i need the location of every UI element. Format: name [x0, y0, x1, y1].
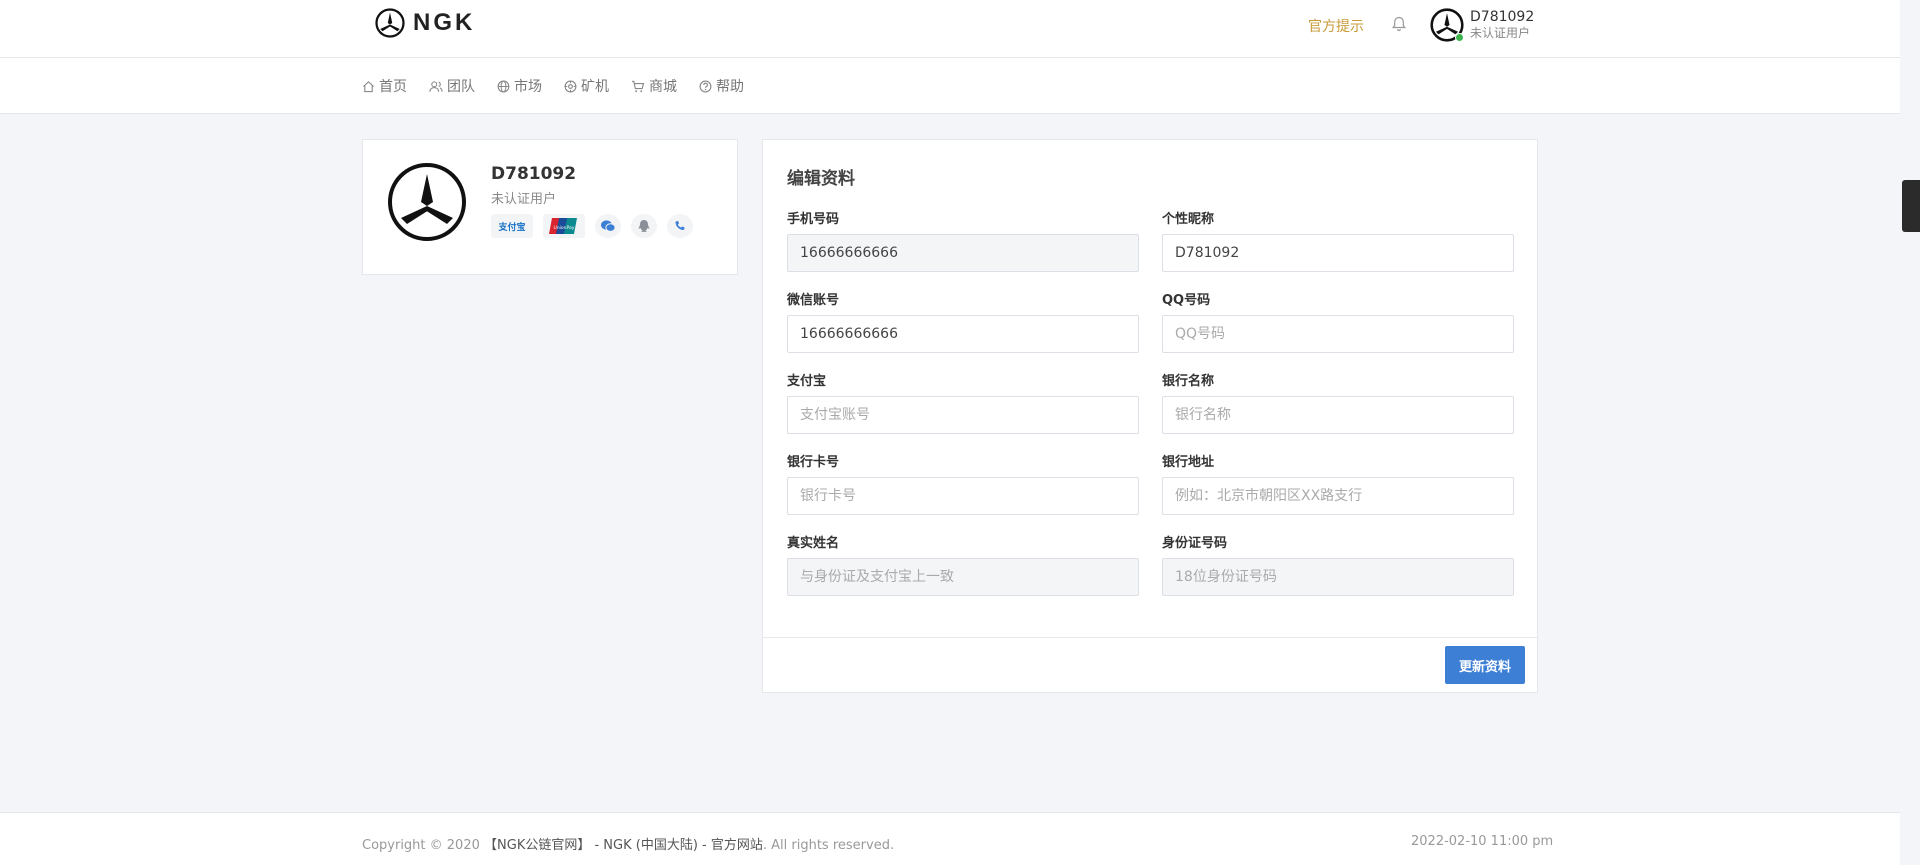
id-number-label: 身份证号码	[1162, 536, 1228, 551]
alipay-input[interactable]	[787, 396, 1139, 434]
official-site-link[interactable]: 【NGK公链官网】 - NGK (中国大陆) - 官方网站	[484, 838, 763, 853]
nickname-label: 个性昵称	[1162, 212, 1215, 227]
cart-icon	[631, 80, 645, 92]
profile-username: D781092	[491, 164, 577, 184]
header-username: D781092	[1470, 9, 1535, 25]
miner-icon	[564, 80, 577, 92]
brand-logo[interactable]: NGK	[375, 8, 475, 38]
bank-address-field: 银行地址	[1162, 455, 1514, 515]
profile-avatar	[388, 163, 466, 241]
bank-name-field: 银行名称	[1162, 374, 1514, 434]
real-name-label: 真实姓名	[787, 536, 840, 551]
phone-icon[interactable]	[667, 214, 693, 238]
profile-card: D781092 未认证用户 支付宝 UnionPay	[362, 139, 738, 275]
real-name-input[interactable]	[787, 558, 1139, 596]
main-nav: 首页 团队 市场 矿机 商城 帮助	[0, 58, 1900, 114]
bank-address-label: 银行地址	[1162, 455, 1215, 470]
nav-item-label: 市场	[514, 79, 542, 95]
nav-item-label: 首页	[379, 79, 407, 95]
nav-item-label: 帮助	[716, 79, 744, 95]
profile-user-status: 未认证用户	[491, 192, 557, 207]
bank-name-input[interactable]	[1162, 396, 1514, 434]
bell-icon[interactable]	[1392, 16, 1406, 36]
alipay-label: 支付宝	[787, 374, 827, 389]
nav-item-miner[interactable]: 矿机	[564, 76, 609, 96]
bank-name-label: 银行名称	[1162, 374, 1215, 389]
phone-label: 手机号码	[787, 212, 840, 227]
official-notice-link[interactable]: 官方提示	[1308, 16, 1364, 36]
avatar	[1430, 8, 1464, 42]
phone-field: 手机号码	[787, 212, 1139, 272]
nav-item-team[interactable]: 团队	[429, 76, 475, 96]
header-user-status: 未认证用户	[1470, 26, 1531, 40]
site-footer: Copyright © 2020 【NGK公链官网】 - NGK (中国大陆) …	[0, 812, 1900, 865]
wechat-field: 微信账号	[787, 293, 1139, 353]
binding-badges: 支付宝 UnionPay	[491, 214, 693, 238]
brand-name: NGK	[413, 9, 476, 36]
wechat-label: 微信账号	[787, 293, 840, 308]
nav-item-label: 商城	[649, 79, 677, 95]
nav-item-help[interactable]: 帮助	[699, 76, 744, 96]
nav-item-label: 团队	[447, 79, 475, 95]
user-menu[interactable]: D781092 未认证用户	[1430, 8, 1534, 42]
edit-card-footer: 更新资料	[763, 637, 1537, 693]
team-icon	[429, 80, 443, 92]
edit-profile-title: 编辑资料	[787, 169, 855, 189]
bank-card-input[interactable]	[787, 477, 1139, 515]
qq-icon[interactable]	[631, 214, 657, 238]
wechat-icon[interactable]	[595, 214, 621, 238]
copyright-suffix: . All rights reserved.	[762, 838, 895, 853]
online-status-dot	[1455, 33, 1464, 42]
copyright-prefix: Copyright © 2020	[362, 838, 480, 853]
unionpay-icon[interactable]: UnionPay	[543, 214, 585, 238]
top-header: NGK 官方提示 D781092 未认证用户	[0, 0, 1900, 58]
edit-profile-card: 编辑资料 手机号码 个性昵称 微信账号 QQ号码 支付宝 银行名称 银行卡号 银…	[762, 139, 1538, 693]
qq-label: QQ号码	[1162, 293, 1211, 308]
qq-field: QQ号码	[1162, 293, 1514, 353]
qq-input[interactable]	[1162, 315, 1514, 353]
home-icon	[363, 80, 374, 92]
alipay-badge-label: 支付宝	[497, 221, 525, 233]
wechat-input[interactable]	[787, 315, 1139, 353]
copyright: Copyright © 2020 【NGK公链官网】 - NGK (中国大陆) …	[362, 834, 894, 853]
id-number-field: 身份证号码	[1162, 536, 1514, 596]
nav-item-label: 矿机	[581, 79, 609, 95]
update-profile-button[interactable]: 更新资料	[1445, 646, 1525, 684]
unionpay-badge-label: UnionPay	[554, 225, 575, 231]
ngk-logo-icon	[375, 8, 405, 38]
nav-item-shop[interactable]: 商城	[631, 76, 677, 96]
nickname-field: 个性昵称	[1162, 212, 1514, 272]
side-drawer-handle[interactable]	[1902, 180, 1920, 232]
help-icon	[699, 80, 712, 92]
nav-item-home[interactable]: 首页	[362, 76, 407, 96]
alipay-icon[interactable]: 支付宝	[491, 214, 533, 238]
bank-card-field: 银行卡号	[787, 455, 1139, 515]
real-name-field: 真实姓名	[787, 536, 1139, 596]
bank-card-label: 银行卡号	[787, 455, 840, 470]
nav-item-market[interactable]: 市场	[497, 76, 542, 96]
footer-datetime: 2022-02-10 11:00 pm	[1411, 834, 1554, 849]
id-number-input[interactable]	[1162, 558, 1514, 596]
globe-icon	[497, 80, 510, 92]
nickname-input[interactable]	[1162, 234, 1514, 272]
bank-address-input[interactable]	[1162, 477, 1514, 515]
phone-input[interactable]	[787, 234, 1139, 272]
alipay-field: 支付宝	[787, 374, 1139, 434]
